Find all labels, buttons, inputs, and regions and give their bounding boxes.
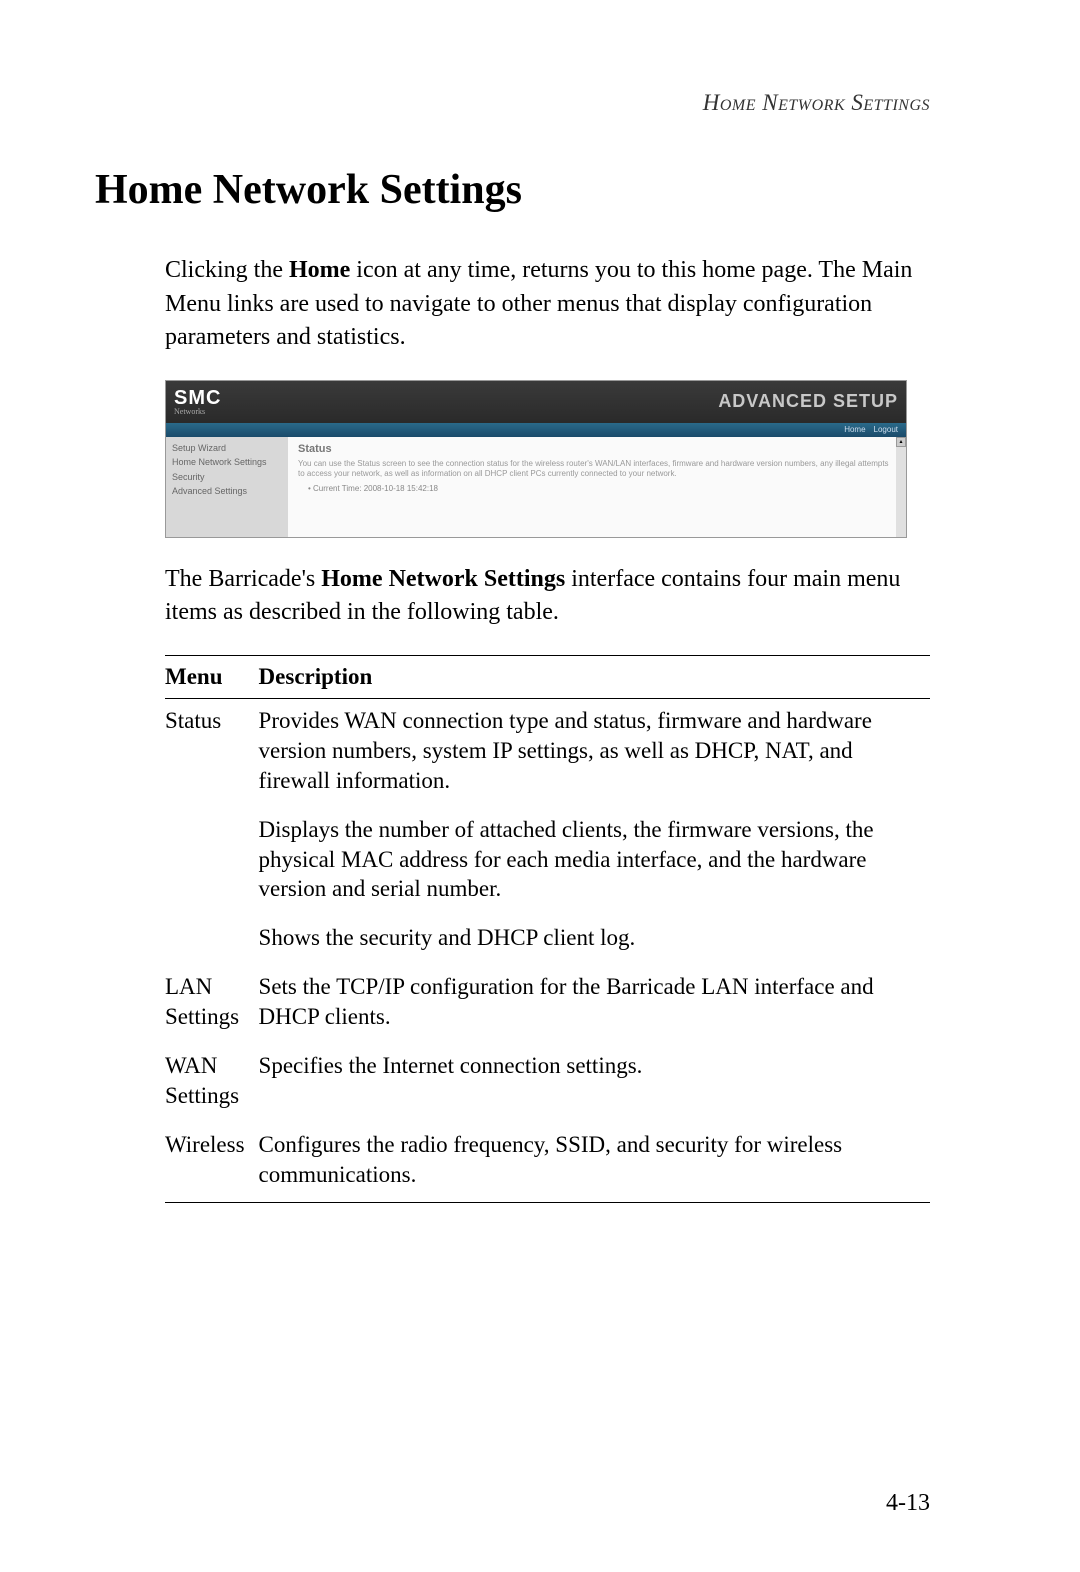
cell-desc: Provides WAN connection type and status,… — [259, 698, 930, 807]
logout-tab: Logout — [874, 425, 898, 434]
th-description: Description — [259, 655, 930, 698]
cell-menu: Wireless — [165, 1123, 259, 1202]
advanced-setup-title: ADVANCED SETUP — [718, 391, 898, 412]
table-row: LAN Settings Sets the TCP/IP configurati… — [165, 965, 930, 1044]
running-header: Home Network Settings — [95, 90, 930, 116]
screenshot-body: Setup Wizard Home Network Settings Secur… — [166, 437, 906, 537]
home-tab: Home — [844, 425, 865, 434]
intro-paragraph: Clicking the Home icon at any time, retu… — [165, 254, 930, 355]
status-heading: Status — [298, 443, 896, 455]
mid-bold: Home Network Settings — [321, 566, 565, 592]
cell-menu — [165, 808, 259, 917]
page-number: 4-13 — [886, 1490, 930, 1517]
screenshot-sidebar: Setup Wizard Home Network Settings Secur… — [166, 437, 288, 537]
table-row: WAN Settings Specifies the Internet conn… — [165, 1044, 930, 1123]
mid-prefix: The Barricade's — [165, 566, 321, 592]
scroll-up-icon: ▴ — [896, 437, 906, 447]
cell-menu: Status — [165, 698, 259, 807]
menu-table: Menu Description Status Provides WAN con… — [165, 655, 930, 1203]
status-description: You can use the Status screen to see the… — [298, 459, 896, 480]
sidebar-security: Security — [172, 470, 282, 484]
menu-table-wrapper: Menu Description Status Provides WAN con… — [165, 655, 930, 1203]
cell-desc: Shows the security and DHCP client log. — [259, 916, 930, 965]
sidebar-home-network: Home Network Settings — [172, 455, 282, 469]
sidebar-setup-wizard: Setup Wizard — [172, 441, 282, 455]
table-row: Shows the security and DHCP client log. — [165, 916, 930, 965]
smc-logo: SMC — [174, 387, 221, 409]
current-time: • Current Time: 2008-10-18 15:42:18 — [308, 484, 896, 493]
table-row: Wireless Configures the radio frequency,… — [165, 1123, 930, 1202]
current-time-text: Current Time: 2008-10-18 15:42:18 — [313, 484, 438, 493]
screenshot-tabbar: Home Logout — [166, 423, 906, 437]
router-screenshot: SMC Networks ADVANCED SETUP Home Logout … — [165, 380, 907, 538]
th-menu: Menu — [165, 655, 259, 698]
intro-prefix: Clicking the — [165, 257, 289, 283]
page-title: Home Network Settings — [95, 166, 930, 214]
intro-bold: Home — [289, 257, 350, 283]
table-row: Status Provides WAN connection type and … — [165, 698, 930, 807]
table-row: Displays the number of attached clients,… — [165, 808, 930, 917]
mid-paragraph: The Barricade's Home Network Settings in… — [165, 563, 930, 630]
cell-desc: Displays the number of attached clients,… — [259, 808, 930, 917]
screenshot-header: SMC Networks ADVANCED SETUP — [166, 381, 906, 423]
cell-menu: LAN Settings — [165, 965, 259, 1044]
cell-menu — [165, 916, 259, 965]
cell-desc: Specifies the Internet connection settin… — [259, 1044, 930, 1123]
screenshot-content: Status You can use the Status screen to … — [288, 437, 906, 537]
cell-desc: Sets the TCP/IP configuration for the Ba… — [259, 965, 930, 1044]
sidebar-advanced: Advanced Settings — [172, 484, 282, 498]
cell-menu: WAN Settings — [165, 1044, 259, 1123]
cell-desc: Configures the radio frequency, SSID, an… — [259, 1123, 930, 1202]
scrollbar: ▴ — [896, 437, 906, 537]
